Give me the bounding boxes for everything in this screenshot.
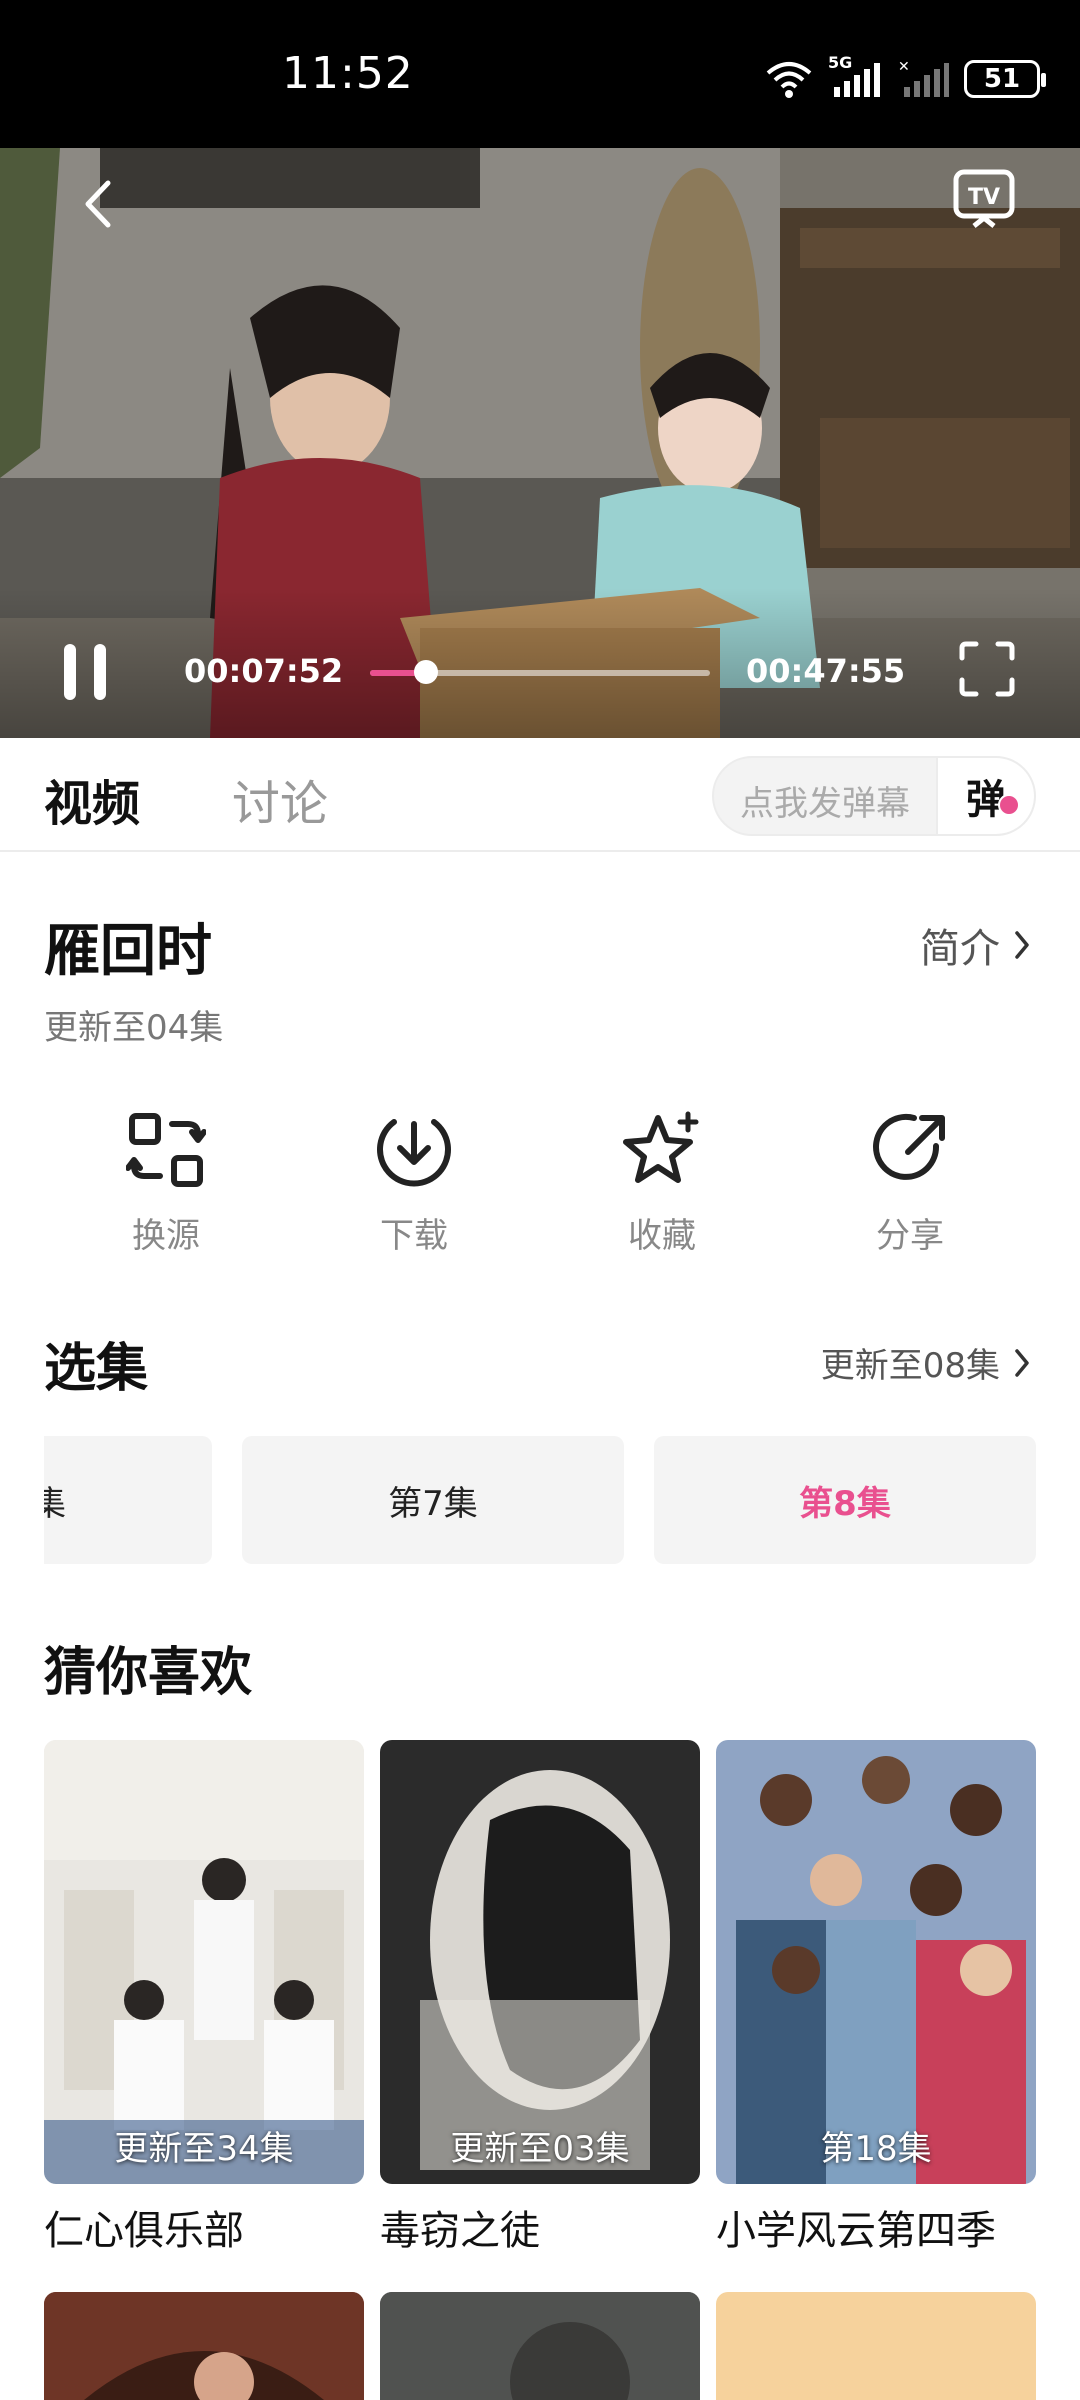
poster-image: 更新至34集 (44, 1740, 364, 2184)
episode-item-current[interactable]: 第8集 (654, 1436, 1036, 1564)
recommendation-card-partial[interactable] (716, 2292, 1036, 2400)
switch-source-button[interactable]: 换源 (86, 1110, 246, 1257)
episodes-more-link[interactable]: 更新至08集 (821, 1338, 1030, 1387)
tv-cast-icon: TV (953, 169, 1015, 228)
poster-image (380, 2292, 700, 2400)
recommendation-card[interactable]: 更新至34集 仁心俱乐部 (44, 1740, 364, 2256)
episode-item[interactable]: 第6集 (44, 1436, 212, 1564)
battery-level: 51 (983, 64, 1021, 94)
progress-slider[interactable] (370, 660, 710, 684)
current-time: 00:07:52 (184, 652, 344, 690)
danmaku-check-badge-icon (998, 794, 1020, 816)
action-bar: 换源 下载 收藏 分享 (0, 1110, 1080, 1260)
recommendation-badge: 更新至34集 (114, 2129, 294, 2169)
switch-source-label: 换源 (132, 1216, 200, 1256)
poster-image: 第18集 (716, 1740, 1036, 2184)
progress-thumb[interactable] (413, 660, 438, 684)
status-icons: 5G ✕ 51 (764, 53, 1046, 102)
recommendation-card-partial[interactable] (380, 2292, 700, 2400)
signal-no-service-icon: ✕ (898, 59, 949, 97)
episodes-list[interactable]: 第6集 第7集 第8集 (44, 1436, 1036, 1566)
chevron-right-icon (1015, 931, 1029, 959)
download-button[interactable]: 下载 (334, 1110, 494, 1257)
fullscreen-icon (959, 641, 1015, 697)
episode-label: 第7集 (388, 1483, 478, 1524)
pause-icon (64, 644, 76, 700)
svg-text:✕: ✕ (898, 59, 910, 75)
download-label: 下载 (380, 1216, 448, 1256)
recommendations-title: 猜你喜欢 (44, 1643, 253, 1703)
danmaku-toggle-button[interactable]: 弹 (936, 758, 1034, 834)
pause-button[interactable] (64, 644, 124, 700)
tv-cast-button[interactable]: TV (952, 168, 1022, 232)
recommendation-badge: 第18集 (820, 2129, 932, 2169)
episodes-title: 选集 (44, 1339, 149, 1399)
danmaku-input[interactable]: 点我发弹幕 (740, 776, 910, 825)
video-player[interactable]: TV 00:07:52 00:47:55 (0, 148, 1080, 738)
recommendation-title: 毒窃之徒 (380, 2208, 540, 2254)
recommendation-title: 仁心俱乐部 (44, 2208, 244, 2254)
wifi-icon (766, 62, 812, 98)
episode-label: 第6集 (44, 1483, 66, 1524)
recommendation-card[interactable]: 更新至03集 毒窃之徒 (380, 1740, 700, 2256)
intro-link-label: 简介 (920, 926, 1000, 972)
episodes-more-label: 更新至08集 (820, 1346, 1000, 1386)
signal-5g-icon: 5G (828, 53, 884, 99)
poster-image (44, 2292, 364, 2400)
fullscreen-button[interactable] (958, 640, 1016, 698)
back-icon (85, 180, 111, 228)
recommendation-card[interactable]: 第18集 小学风云第四季 (716, 1740, 1036, 2256)
show-title: 雁回时 (44, 919, 212, 984)
recommendation-badge: 更新至03集 (450, 2129, 630, 2169)
danmaku-button-label: 弹 (966, 777, 1006, 823)
episode-item[interactable]: 第7集 (242, 1436, 624, 1564)
content-tabs: 视频 讨论 点我发弹幕 弹 (0, 738, 1080, 852)
share-label: 分享 (876, 1216, 944, 1256)
update-status: 更新至04集 (44, 1008, 224, 1048)
battery-icon: 51 (964, 60, 1046, 98)
status-time: 11:52 (282, 48, 414, 99)
share-button[interactable]: 分享 (830, 1110, 990, 1257)
favorite-label: 收藏 (628, 1216, 696, 1256)
tab-discussion[interactable]: 讨论 (232, 764, 328, 834)
poster-image: 更新至03集 (380, 1740, 700, 2184)
tab-video[interactable]: 视频 (44, 764, 140, 834)
player-controls-gradient (0, 588, 1080, 738)
favorite-button[interactable]: 收藏 (582, 1110, 742, 1257)
recommendation-card-partial[interactable] (44, 2292, 364, 2400)
switch-source-icon (126, 1113, 206, 1187)
status-bar: 11:52 5G ✕ 51 (0, 0, 1080, 148)
intro-link[interactable]: 简介 (920, 916, 1030, 974)
recommendation-title: 小学风云第四季 (716, 2208, 996, 2254)
chevron-right-icon (1015, 1348, 1029, 1377)
favorite-star-icon (623, 1111, 699, 1183)
danmaku-bar: 点我发弹幕 弹 (712, 756, 1036, 836)
total-time: 00:47:55 (746, 652, 906, 690)
share-icon (873, 1113, 945, 1180)
download-icon (377, 1119, 451, 1187)
svg-text:TV: TV (968, 185, 1000, 210)
episode-label: 第8集 (799, 1483, 891, 1524)
back-button[interactable] (72, 174, 122, 234)
